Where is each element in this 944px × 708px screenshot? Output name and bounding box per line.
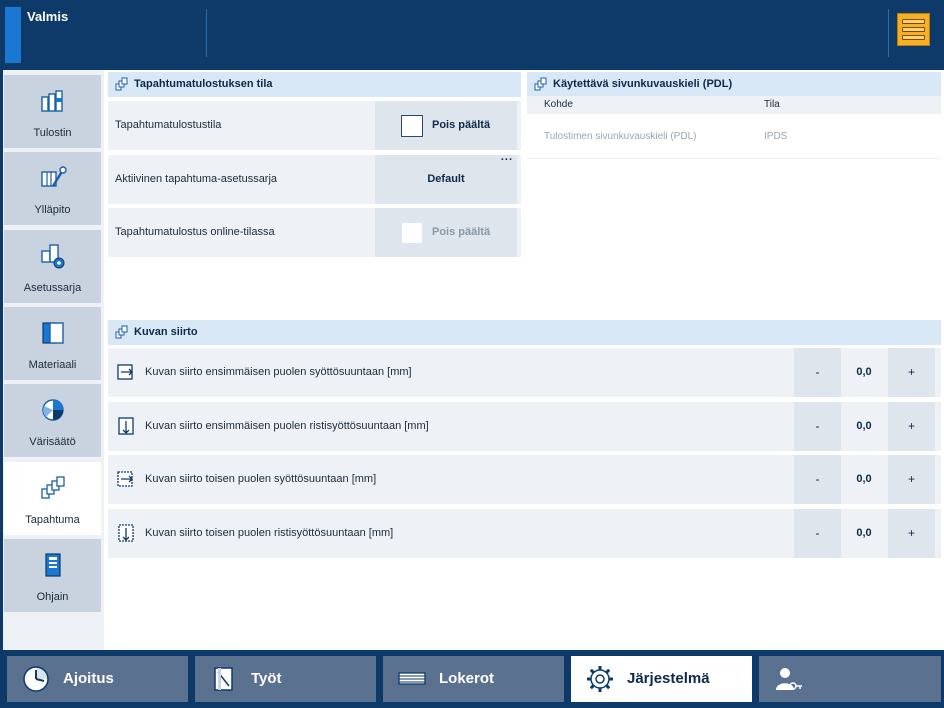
selected-preset-value: Default — [427, 173, 465, 185]
transaction-icon — [534, 77, 547, 91]
sidebar-item-color[interactable]: Värisäätö — [4, 384, 101, 457]
tab-scheduling[interactable]: Ajoitus — [7, 656, 188, 702]
decrement-button[interactable]: - — [794, 348, 841, 397]
topbar-divider — [206, 9, 207, 57]
tab-label: Lokerot — [439, 670, 495, 687]
transaction-icon — [41, 476, 65, 499]
sidebar-item-printer[interactable]: Tulostin — [4, 75, 101, 148]
transaction-section-header: Tapahtumatulostuksen tila — [108, 72, 521, 97]
server-stack-icon-part — [902, 27, 925, 32]
shift-feed-direction-icon — [117, 471, 133, 487]
shift-value: 0,0 — [856, 366, 872, 378]
increment-button[interactable]: + — [888, 402, 935, 451]
topbar-divider-right — [888, 9, 889, 57]
sidebar-item-preset[interactable]: Asetussarja — [4, 230, 101, 303]
server-stack-icon-part — [902, 35, 925, 40]
shift-side2-feed-row: Kuvan siirto toisen puolen syöttösuuntaa… — [108, 455, 941, 504]
online-transaction-toggle: Pois päältä — [375, 208, 517, 257]
section-title: Tapahtumatulostuksen tila — [134, 78, 273, 90]
shift-side1-cross-row: Kuvan siirto ensimmäisen puolen ristisyö… — [108, 402, 941, 451]
color-management-icon — [42, 399, 64, 421]
gear-icon — [587, 666, 613, 692]
transaction-icon — [115, 325, 128, 339]
clock-icon — [23, 666, 49, 692]
top-status-bar: Valmis — [0, 0, 944, 70]
increment-button[interactable]: + — [888, 455, 935, 504]
pdl-target-cell: Tulostimen sivunkuvauskieli (PDL) — [544, 131, 697, 142]
sidebar-item-maintenance[interactable]: Ylläpito — [4, 152, 101, 225]
tab-jobs[interactable]: Työt — [195, 656, 376, 702]
table-row[interactable]: Tulostimen sivunkuvauskieli (PDL) IPDS — [527, 114, 941, 159]
sidebar-item-label: Värisäätö — [29, 436, 76, 448]
decrement-button[interactable]: - — [794, 402, 841, 451]
preset-icon — [41, 244, 65, 269]
sidebar-item-label: Ohjain — [36, 591, 69, 603]
transaction-mode-toggle[interactable]: Pois päältä — [375, 101, 517, 150]
sidebar-item-label: Asetussarja — [23, 282, 82, 294]
section-title: Kuvan siirto — [134, 326, 198, 338]
printer-icon — [41, 90, 63, 112]
sidebar-item-label: Materiaali — [28, 359, 77, 371]
tab-label: Ajoitus — [63, 670, 114, 687]
tab-user-login[interactable] — [759, 656, 941, 702]
server-stack-button[interactable] — [897, 13, 930, 46]
transaction-mode-row: Tapahtumatulostustila Pois päältä — [108, 101, 521, 150]
setting-label: Tapahtumatulostus online-tilassa — [115, 226, 275, 238]
toggle-value: Pois päältä — [432, 119, 491, 131]
checkbox — [401, 222, 423, 244]
maintenance-icon — [41, 166, 67, 187]
shift-label: Kuvan siirto ensimmäisen puolen syöttösu… — [145, 366, 412, 378]
increment-button[interactable]: + — [888, 348, 935, 397]
pdl-section-header: Käytettävä sivunkuvauskieli (PDL) — [527, 72, 941, 97]
shift-label: Kuvan siirto ensimmäisen puolen ristisyö… — [145, 420, 429, 432]
checkbox[interactable] — [401, 115, 423, 137]
shift-side1-feed-row: Kuvan siirto ensimmäisen puolen syöttösu… — [108, 348, 941, 397]
tab-trays[interactable]: Lokerot — [383, 656, 564, 702]
more-options-icon[interactable]: ... — [501, 151, 513, 163]
setting-label: Aktiivinen tapahtuma-asetussarja — [115, 173, 278, 185]
sidebar-item-label: Tapahtuma — [25, 514, 80, 526]
printer-status-text: Valmis — [27, 9, 69, 24]
sidebar-item-label: Ylläpito — [34, 204, 71, 216]
jobs-icon — [214, 667, 233, 691]
trays-icon — [398, 672, 426, 685]
image-shift-section-header: Kuvan siirto — [108, 320, 941, 345]
section-title: Käytettävä sivunkuvauskieli (PDL) — [553, 78, 733, 90]
column-header-state: Tila — [764, 99, 780, 110]
active-preset-selector[interactable]: Default ... — [375, 151, 517, 204]
increment-button[interactable]: + — [888, 509, 935, 558]
shift-label: Kuvan siirto toisen puolen ristisyöttösu… — [145, 527, 394, 539]
status-indicator — [5, 7, 21, 63]
pdl-table-header: Kohde Tila — [527, 96, 941, 114]
pdl-state-cell: IPDS — [764, 131, 788, 142]
sidebar-item-controller[interactable]: Ohjain — [4, 539, 101, 612]
toggle-value: Pois päältä — [432, 226, 491, 238]
shift-side2-cross-row: Kuvan siirto toisen puolen ristisyöttösu… — [108, 509, 941, 558]
shift-value: 0,0 — [856, 473, 872, 485]
shift-cross-direction-icon — [118, 417, 134, 435]
user-key-icon — [776, 668, 802, 690]
decrement-button[interactable]: - — [794, 509, 841, 558]
shift-cross-direction-icon — [118, 524, 134, 542]
sidebar-item-transaction[interactable]: Tapahtuma — [4, 462, 101, 535]
controller-icon — [45, 553, 61, 577]
setting-label: Tapahtumatulostustila — [115, 119, 222, 131]
decrement-button[interactable]: - — [794, 455, 841, 504]
tab-system[interactable]: Järjestelmä — [571, 656, 752, 702]
column-header-target: Kohde — [544, 99, 573, 110]
server-stack-icon — [902, 19, 925, 24]
media-icon — [42, 322, 64, 344]
online-transaction-row: Tapahtumatulostus online-tilassa Pois pä… — [108, 208, 521, 257]
sidebar-item-media[interactable]: Materiaali — [4, 307, 101, 380]
sidebar-item-label: Tulostin — [33, 127, 72, 139]
tab-label: Työt — [251, 670, 282, 687]
tab-label: Järjestelmä — [627, 670, 710, 687]
active-preset-row: Aktiivinen tapahtuma-asetussarja Default… — [108, 151, 521, 204]
shift-label: Kuvan siirto toisen puolen syöttösuuntaa… — [145, 473, 377, 485]
shift-feed-direction-icon — [117, 364, 133, 380]
shift-value: 0,0 — [856, 527, 872, 539]
transaction-icon — [115, 77, 128, 91]
shift-value: 0,0 — [856, 420, 872, 432]
